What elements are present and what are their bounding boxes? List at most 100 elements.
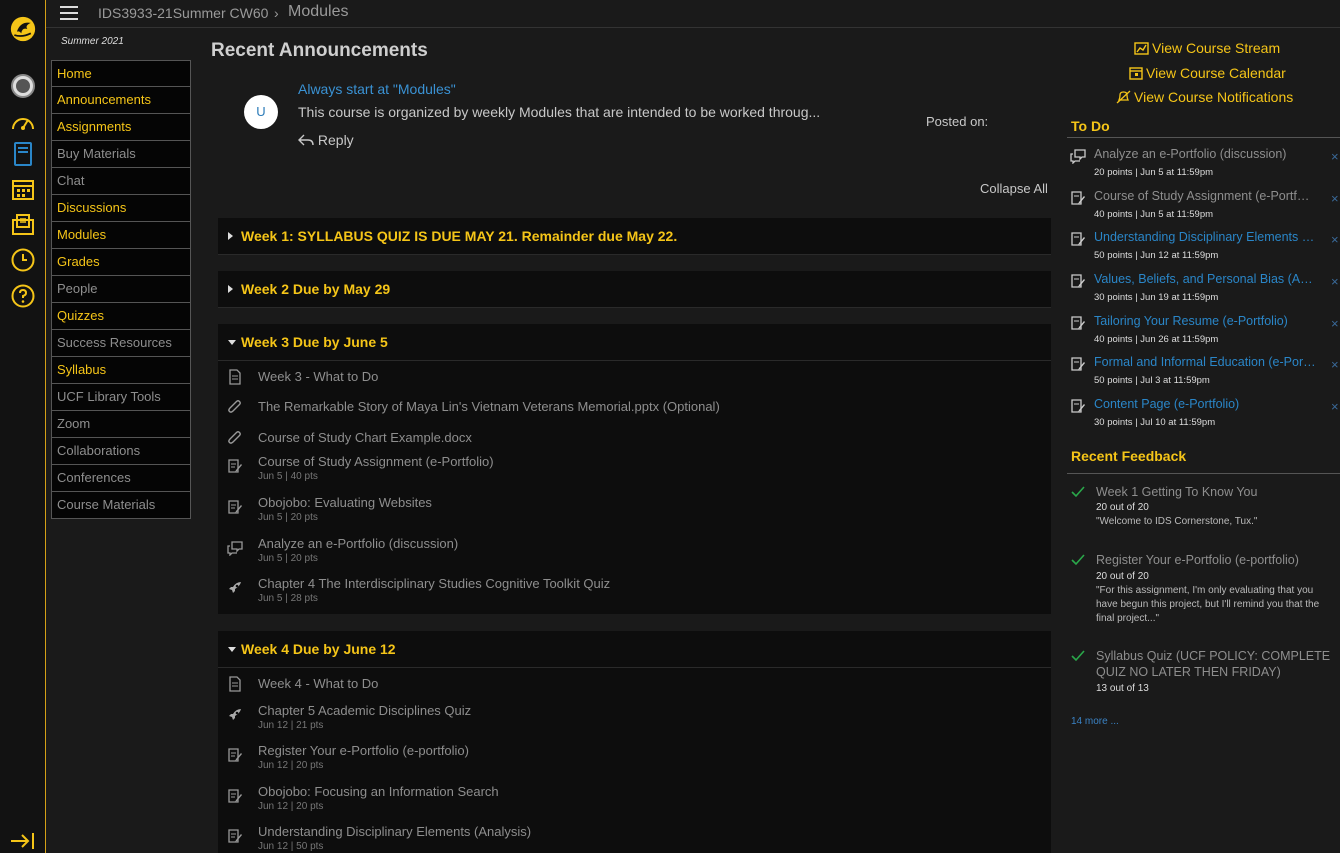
course-nav-assignments[interactable]: Assignments (51, 114, 191, 141)
todo-item[interactable]: Understanding Disciplinary Elements (Ana… (1067, 226, 1340, 268)
module-header[interactable]: Week 2 Due by May 29 (218, 271, 1051, 308)
course-nav-collaborations[interactable]: Collaborations (51, 438, 191, 465)
feedback-title[interactable]: Register Your e-Portfolio (e-portfolio) (1096, 552, 1334, 568)
module-item[interactable]: Course of Study Chart Example.docx (218, 422, 1051, 450)
feedback-title[interactable]: Week 1 Getting To Know You (1096, 484, 1334, 500)
history-clock-icon[interactable] (10, 247, 36, 273)
attachment-icon (228, 400, 241, 413)
module-item-title[interactable]: Week 4 - What to Do (258, 676, 378, 691)
feedback-title[interactable]: Syllabus Quiz (UCF POLICY: COMPLETE QUIZ… (1096, 648, 1334, 680)
todo-title[interactable]: Tailoring Your Resume (e-Portfolio) (1094, 314, 1316, 328)
todo-meta: 40 points | Jun 5 at 11:59pm (1094, 209, 1214, 220)
notifications-off-icon (1116, 90, 1131, 104)
inbox-icon[interactable] (10, 212, 36, 238)
collapse-all-button[interactable]: Collapse All (980, 181, 1048, 196)
page-icon (229, 676, 241, 692)
todo-title[interactable]: Analyze an e-Portfolio (discussion) (1094, 147, 1316, 161)
dismiss-todo-icon[interactable]: × (1331, 399, 1339, 414)
course-nav-success-resources[interactable]: Success Resources (51, 330, 191, 357)
course-nav-zoom[interactable]: Zoom (51, 411, 191, 438)
module-item-title[interactable]: Chapter 5 Academic Disciplines Quiz (258, 703, 471, 718)
todo-item[interactable]: Content Page (e-Portfolio) 30 points | J… (1067, 393, 1340, 435)
todo-title[interactable]: Values, Beliefs, and Personal Bias (Anal… (1094, 272, 1316, 286)
course-nav-grades[interactable]: Grades (51, 249, 191, 276)
module-item-title[interactable]: Course of Study Chart Example.docx (258, 430, 472, 445)
announcement-body: This course is organized by weekly Modul… (298, 104, 821, 120)
help-icon[interactable] (10, 283, 36, 309)
todo-item[interactable]: Course of Study Assignment (e-Portfolio)… (1067, 185, 1340, 227)
feedback-item[interactable]: Register Your e-Portfolio (e-portfolio) … (1067, 552, 1340, 642)
dismiss-todo-icon[interactable]: × (1331, 316, 1339, 331)
module-item-title[interactable]: Understanding Disciplinary Elements (Ana… (258, 824, 531, 839)
module-item-title[interactable]: The Remarkable Story of Maya Lin's Vietn… (258, 399, 720, 414)
course-nav-conferences[interactable]: Conferences (51, 465, 191, 492)
course-nav-chat[interactable]: Chat (51, 168, 191, 195)
courses-icon[interactable] (10, 141, 36, 167)
module-item[interactable]: The Remarkable Story of Maya Lin's Vietn… (218, 391, 1051, 422)
module-item[interactable]: Chapter 5 Academic Disciplines Quiz Jun … (218, 699, 1051, 739)
feedback-comment: "Welcome to IDS Cornerstone, Tux." (1096, 516, 1258, 527)
module-item[interactable]: Understanding Disciplinary Elements (Ana… (218, 820, 1051, 853)
todo-title[interactable]: Course of Study Assignment (e-Portfolio) (1094, 189, 1316, 203)
menu-toggle-icon[interactable] (60, 6, 78, 20)
module-item-title[interactable]: Week 3 - What to Do (258, 369, 378, 384)
todo-title[interactable]: Formal and Informal Education (e-Portfol… (1094, 355, 1316, 369)
collapse-nav-icon[interactable] (10, 828, 36, 853)
module-item[interactable]: Week 3 - What to Do (218, 361, 1051, 391)
course-nav-discussions[interactable]: Discussions (51, 195, 191, 222)
dismiss-todo-icon[interactable]: × (1331, 149, 1339, 164)
show-more-feedback-link[interactable]: 14 more ... (1071, 716, 1119, 727)
assignment-icon (228, 748, 242, 762)
dashboard-icon[interactable] (10, 109, 36, 135)
dismiss-todo-icon[interactable]: × (1331, 357, 1339, 372)
todo-title[interactable]: Content Page (e-Portfolio) (1094, 397, 1316, 411)
module-item[interactable]: Obojobo: Focusing an Information Search … (218, 780, 1051, 820)
module-item[interactable]: Analyze an e-Portfolio (discussion) Jun … (218, 532, 1051, 572)
ucf-logo[interactable] (10, 16, 36, 42)
module-item-title[interactable]: Course of Study Assignment (e-Portfolio) (258, 454, 494, 469)
course-nav-course-materials[interactable]: Course Materials (51, 492, 191, 519)
module-header[interactable]: Week 4 Due by June 12 (218, 631, 1051, 668)
module-item[interactable]: Chapter 4 The Interdisciplinary Studies … (218, 572, 1051, 612)
breadcrumb-current: Modules (288, 3, 349, 20)
course-nav-announcements[interactable]: Announcements (51, 87, 191, 114)
calendar-icon[interactable] (10, 176, 36, 202)
course-nav-syllabus[interactable]: Syllabus (51, 357, 191, 384)
feedback-item[interactable]: Syllabus Quiz (UCF POLICY: COMPLETE QUIZ… (1067, 648, 1340, 700)
todo-item[interactable]: Analyze an e-Portfolio (discussion) 20 p… (1067, 143, 1340, 185)
breadcrumb-course[interactable]: IDS3933-21Summer CW60 (98, 5, 268, 21)
module-item-title[interactable]: Analyze an e-Portfolio (discussion) (258, 536, 458, 551)
module-item[interactable]: Course of Study Assignment (e-Portfolio)… (218, 450, 1051, 491)
course-nav-people[interactable]: People (51, 276, 191, 303)
todo-item[interactable]: Tailoring Your Resume (e-Portfolio) 40 p… (1067, 310, 1340, 352)
course-nav-buy-materials[interactable]: Buy Materials (51, 141, 191, 168)
todo-item[interactable]: Formal and Informal Education (e-Portfol… (1067, 351, 1340, 393)
dismiss-todo-icon[interactable]: × (1331, 191, 1339, 206)
view-course-calendar-label: View Course Calendar (1146, 65, 1286, 81)
module-item-title[interactable]: Chapter 4 The Interdisciplinary Studies … (258, 576, 610, 591)
module-item-title[interactable]: Obojobo: Focusing an Information Search (258, 784, 499, 799)
module-item[interactable]: Week 4 - What to Do (218, 668, 1051, 699)
view-course-calendar-link[interactable]: View Course Calendar (1129, 65, 1286, 81)
reply-button[interactable]: Reply (298, 132, 354, 148)
view-course-notifications-link[interactable]: View Course Notifications (1116, 89, 1293, 105)
course-nav-modules[interactable]: Modules (51, 222, 191, 249)
dismiss-todo-icon[interactable]: × (1331, 232, 1339, 247)
view-course-stream-link[interactable]: View Course Stream (1134, 40, 1280, 56)
course-nav-quizzes[interactable]: Quizzes (51, 303, 191, 330)
todo-item[interactable]: Values, Beliefs, and Personal Bias (Anal… (1067, 268, 1340, 310)
module-item-meta: Jun 12 | 20 pts (258, 760, 324, 771)
feedback-item[interactable]: Week 1 Getting To Know You 20 out of 20 … (1067, 484, 1340, 544)
module-item-title[interactable]: Register Your e-Portfolio (e-portfolio) (258, 743, 469, 758)
module-item-title[interactable]: Obojobo: Evaluating Websites (258, 495, 432, 510)
course-nav-library-tools[interactable]: UCF Library Tools (51, 384, 191, 411)
module-header[interactable]: Week 3 Due by June 5 (218, 324, 1051, 361)
account-avatar-icon[interactable] (10, 73, 36, 99)
dismiss-todo-icon[interactable]: × (1331, 274, 1339, 289)
module-item[interactable]: Obojobo: Evaluating Websites Jun 5 | 20 … (218, 491, 1051, 532)
course-nav-home[interactable]: Home (51, 60, 191, 87)
todo-title[interactable]: Understanding Disciplinary Elements (Ana… (1094, 230, 1316, 244)
module-header[interactable]: Week 1: SYLLABUS QUIZ IS DUE MAY 21. Rem… (218, 218, 1051, 255)
module-item[interactable]: Register Your e-Portfolio (e-portfolio) … (218, 739, 1051, 780)
announcement-title[interactable]: Always start at "Modules" (298, 81, 456, 97)
